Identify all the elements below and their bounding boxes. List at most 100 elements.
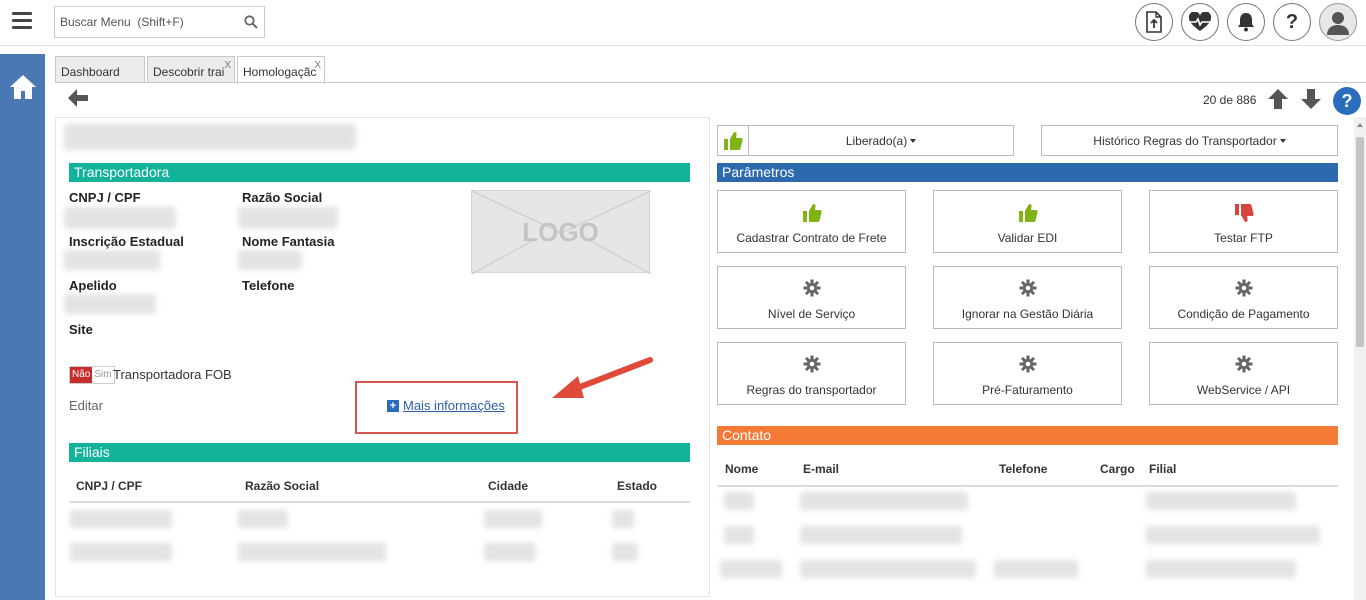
fob-toggle[interactable]: Não Sim: [69, 366, 115, 384]
table-row: [484, 543, 536, 561]
label-telefone: Telefone: [242, 278, 295, 293]
search-input[interactable]: [55, 7, 235, 37]
back-arrow-icon[interactable]: [67, 88, 89, 108]
filiais-col-estado: Estado: [617, 479, 658, 493]
parametro-card[interactable]: WebService / API: [1149, 342, 1338, 405]
toggle-yes[interactable]: Sim: [92, 367, 114, 383]
contato-header-line: [717, 485, 1338, 487]
parametro-card[interactable]: Nível de Serviço: [717, 266, 906, 329]
gear-icon: [718, 279, 905, 297]
status-dropdown-label: Liberado(a): [845, 133, 908, 148]
contato-col-telefone: Telefone: [999, 462, 1048, 476]
search-box: [54, 6, 265, 38]
company-logo-placeholder: LOGO: [471, 190, 651, 274]
callout-arrow-icon: [552, 357, 653, 398]
table-row: [724, 526, 754, 544]
gear-icon: [934, 279, 1121, 297]
tab-descobrir[interactable]: Descobrir trai X: [147, 56, 235, 83]
topbar-actions: ?: [1135, 3, 1357, 41]
contato-col-nome: Nome: [725, 462, 759, 476]
parametro-card[interactable]: Ignorar na Gestão Diária: [933, 266, 1122, 329]
status-thumbs-up-icon[interactable]: [717, 125, 748, 156]
tab-label: Descobrir trai: [153, 65, 225, 79]
more-info-link[interactable]: + Mais informações: [387, 398, 505, 413]
scroll-up-icon[interactable]: [1357, 123, 1363, 127]
search-icon[interactable]: [244, 15, 258, 29]
home-icon[interactable]: [8, 72, 38, 102]
more-info-label: Mais informações: [403, 398, 505, 413]
logo-text: LOGO: [522, 217, 599, 247]
section-filiais: Filiais: [69, 443, 690, 462]
contato-col-cargo: Cargo: [1100, 462, 1135, 476]
upload-file-icon[interactable]: [1135, 3, 1173, 41]
table-row: [70, 510, 172, 528]
scrollbar-thumb[interactable]: [1356, 137, 1364, 347]
table-row: [800, 560, 976, 578]
edit-link[interactable]: Editar: [69, 398, 103, 413]
thumbs-up-icon: [934, 203, 1121, 223]
parametro-card[interactable]: Regras do transportador: [717, 342, 906, 405]
label-site: Site: [69, 322, 93, 337]
section-contato: Contato: [717, 426, 1338, 445]
parametro-card-label: Validar EDI: [997, 231, 1058, 245]
table-row: [612, 510, 634, 528]
arrow-down-icon[interactable]: [1300, 88, 1322, 110]
table-row: [994, 560, 1078, 578]
help-button[interactable]: ?: [1333, 87, 1361, 115]
toggle-no[interactable]: Não: [70, 367, 93, 383]
thumbs-down-icon: [1150, 203, 1337, 223]
vertical-scrollbar[interactable]: [1354, 117, 1366, 600]
bell-icon[interactable]: [1227, 3, 1265, 41]
parametro-card[interactable]: Validar EDI: [933, 190, 1122, 253]
tab-bar: Dashboard Descobrir trai X Homologaçãc X: [55, 56, 327, 84]
history-dropdown-label: Histórico Regras do Transportador: [1093, 133, 1277, 148]
redacted-value: [238, 250, 302, 270]
label-cnpj: CNPJ / CPF: [69, 190, 141, 205]
chevron-down-icon: [910, 138, 917, 143]
table-row: [800, 526, 962, 544]
gear-icon: [1150, 279, 1337, 297]
label-razao-social: Razão Social: [242, 190, 323, 205]
parametro-card-label: Condição de Pagamento: [1177, 307, 1310, 321]
filiais-header-line: [69, 501, 690, 503]
top-bar: ?: [0, 0, 1366, 46]
tab-dashboard[interactable]: Dashboard: [55, 56, 145, 83]
redacted-value: [238, 207, 338, 229]
arrow-up-icon[interactable]: [1267, 88, 1289, 110]
status-dropdown[interactable]: Liberado(a): [748, 125, 1014, 156]
parametro-card[interactable]: Pré-Faturamento: [933, 342, 1122, 405]
table-row: [1146, 560, 1296, 578]
table-row: [720, 560, 782, 578]
filiais-col-cnpj: CNPJ / CPF: [76, 479, 143, 493]
redacted-value: [64, 294, 156, 314]
parametro-card-label: Pré-Faturamento: [982, 383, 1073, 397]
parametro-card[interactable]: Condição de Pagamento: [1149, 266, 1338, 329]
thumbs-up-icon: [718, 203, 905, 223]
filiais-col-cidade: Cidade: [488, 479, 529, 493]
heartbeat-icon[interactable]: [1181, 3, 1219, 41]
user-avatar-icon[interactable]: [1319, 3, 1357, 41]
gear-icon: [934, 355, 1121, 373]
table-row: [238, 510, 288, 528]
help-icon[interactable]: ?: [1273, 3, 1311, 41]
label-inscricao-estadual: Inscrição Estadual: [69, 234, 184, 249]
tab-homologacao[interactable]: Homologaçãc X: [237, 56, 325, 84]
hamburger-menu-icon[interactable]: [12, 12, 32, 30]
contato-col-email: E-mail: [803, 462, 840, 476]
parametro-card[interactable]: Testar FTP: [1149, 190, 1338, 253]
table-row: [238, 543, 386, 561]
table-row: [1146, 492, 1296, 510]
parametro-card-label: Cadastrar Contrato de Frete: [736, 231, 887, 245]
tab-divider: [55, 82, 1366, 83]
parametro-card[interactable]: Cadastrar Contrato de Frete: [717, 190, 906, 253]
label-nome-fantasia: Nome Fantasia: [242, 234, 335, 249]
gear-icon: [1150, 355, 1337, 373]
redacted-value: [64, 207, 176, 229]
parametro-card-label: Testar FTP: [1214, 231, 1273, 245]
close-tab-icon[interactable]: X: [224, 60, 231, 71]
left-sidebar: [0, 54, 45, 600]
parametro-card-label: Regras do transportador: [746, 383, 877, 397]
parametro-card-label: Nível de Serviço: [767, 307, 856, 321]
history-dropdown[interactable]: Histórico Regras do Transportador: [1041, 125, 1338, 156]
close-tab-icon[interactable]: X: [314, 60, 321, 71]
